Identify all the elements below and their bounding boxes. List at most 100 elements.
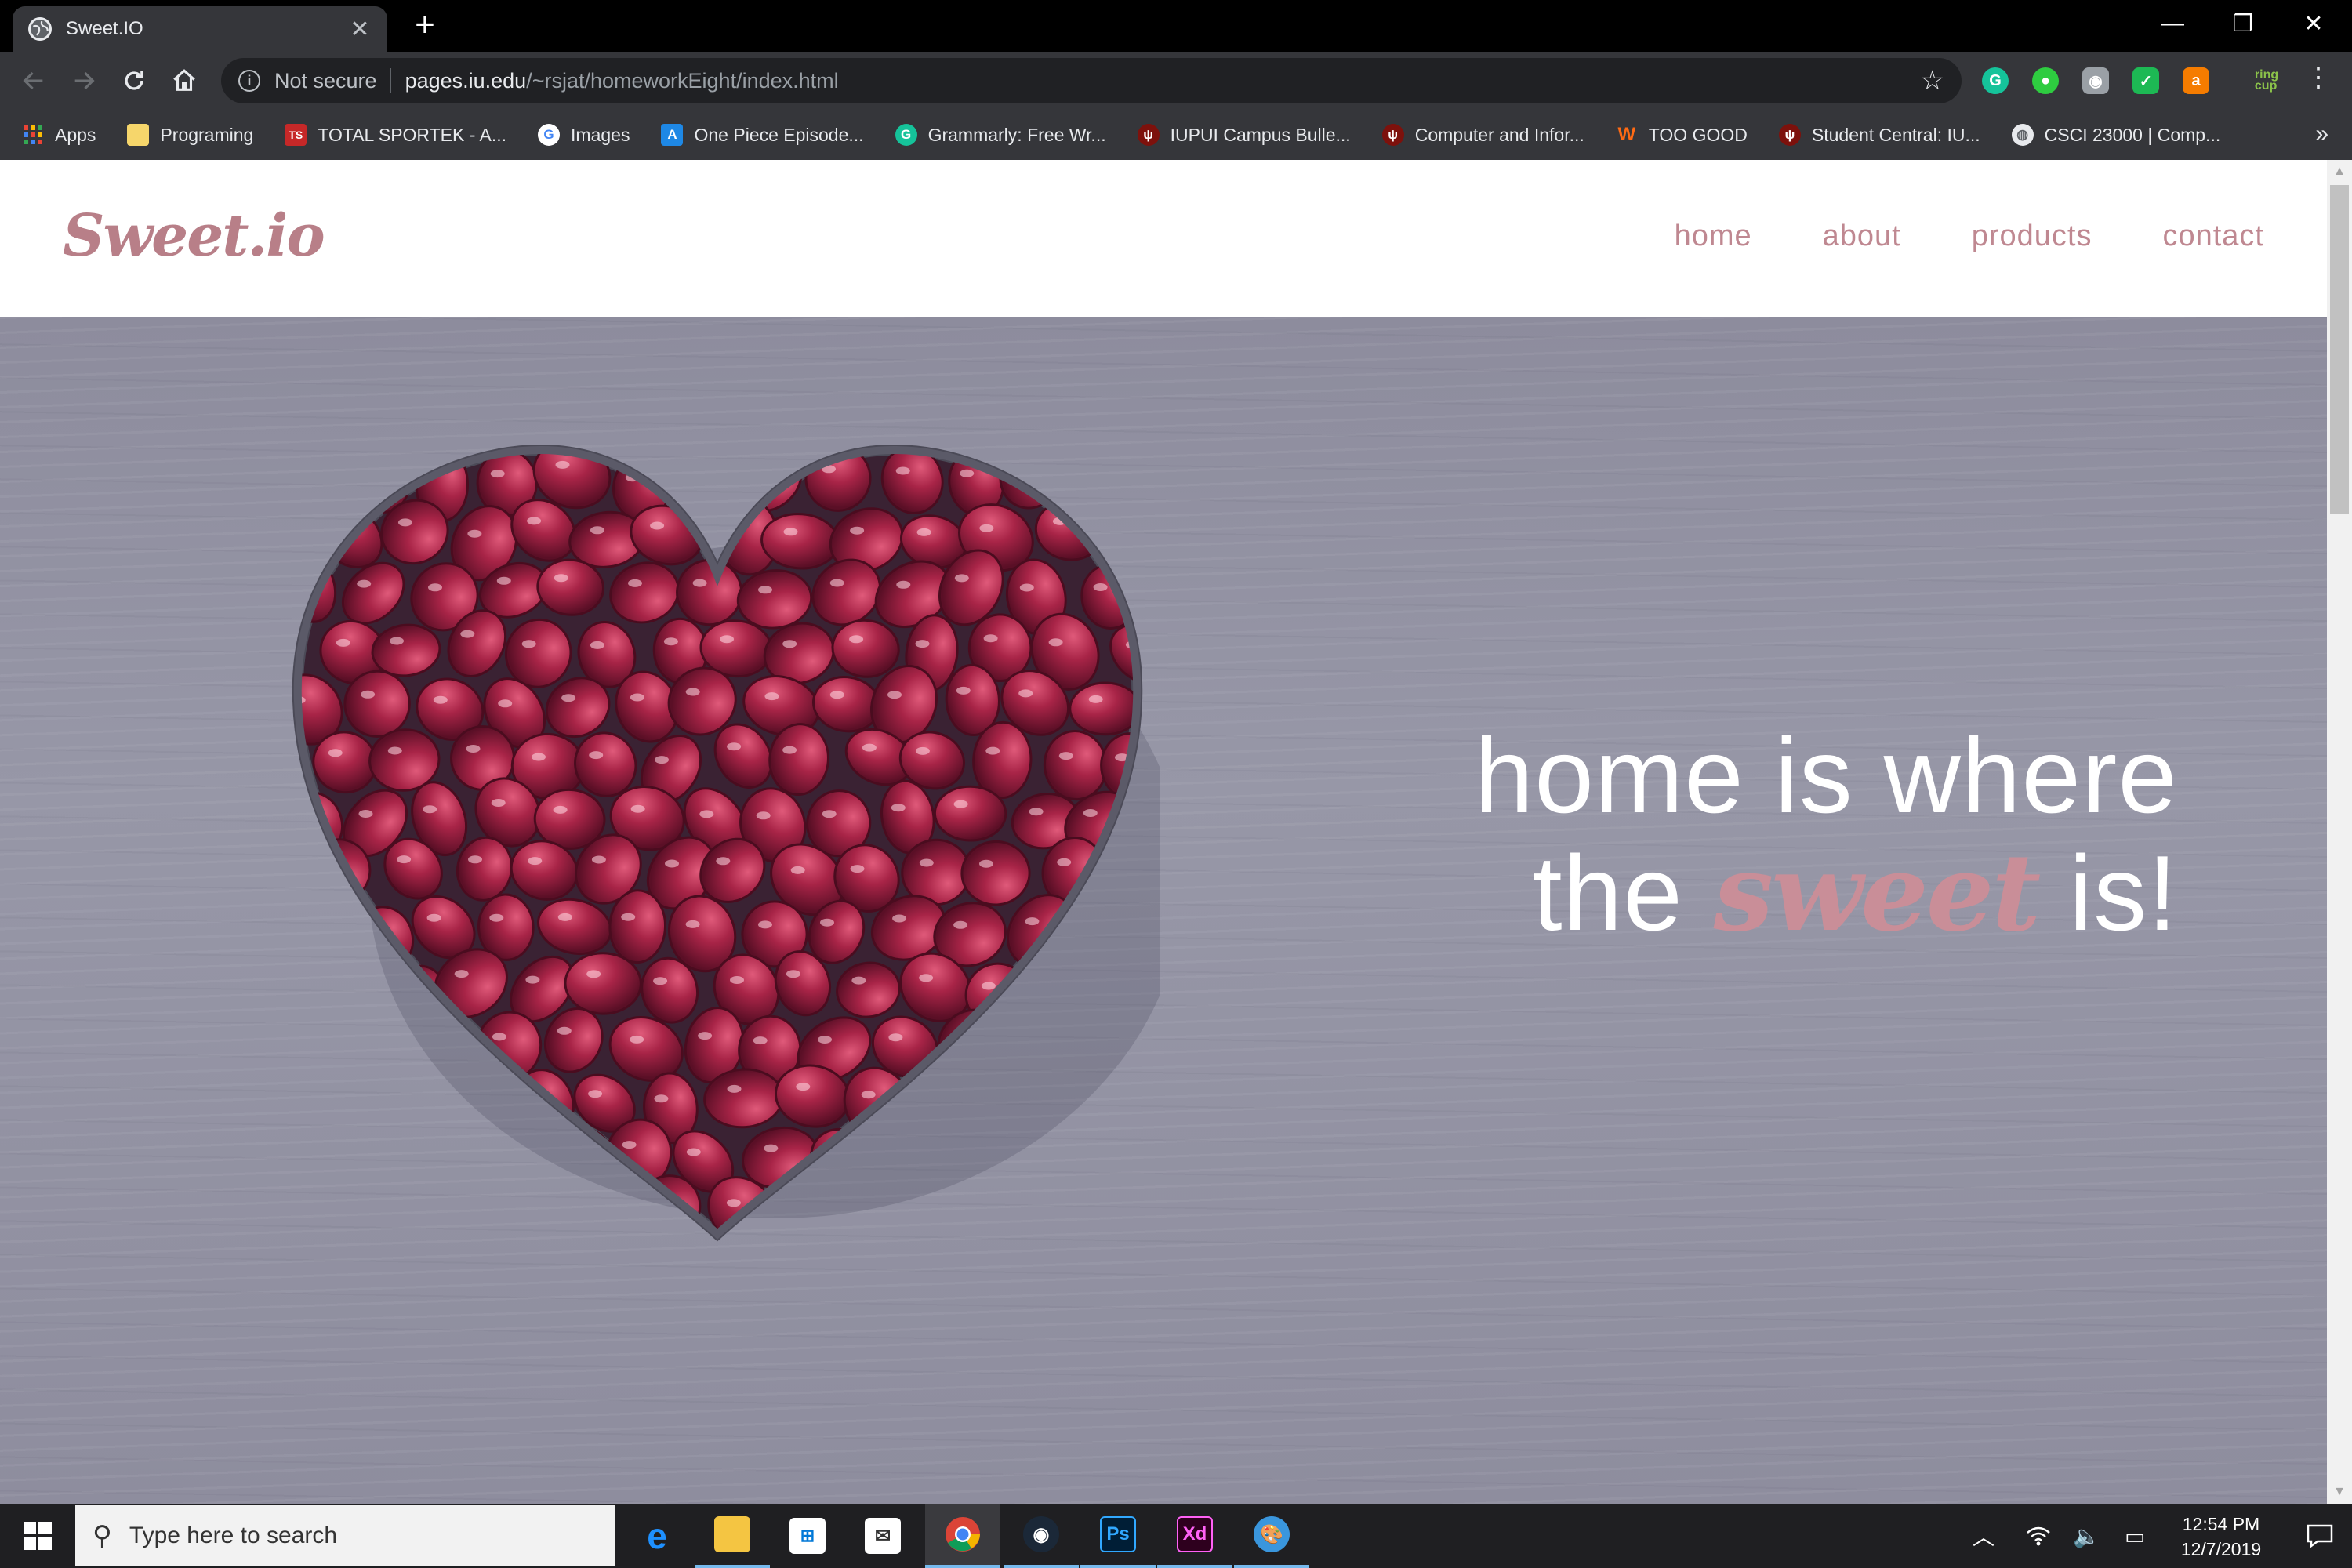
seed-highlight	[654, 1094, 669, 1103]
seed-highlight	[1080, 1141, 1095, 1149]
bookmark-images[interactable]: G Images	[538, 124, 630, 146]
wifi-icon[interactable]	[2026, 1504, 2051, 1568]
bookmarks-overflow-icon[interactable]: »	[2315, 121, 2328, 147]
minimize-button[interactable]: —	[2137, 0, 2208, 47]
seed-highlight	[850, 526, 865, 535]
browser-tab[interactable]: Sweet.IO ✕	[13, 6, 387, 52]
seed-highlight	[628, 579, 642, 587]
taskbar-chrome[interactable]	[925, 1504, 1000, 1568]
seed-highlight	[782, 640, 797, 648]
bookmark-label: One Piece Episode...	[694, 124, 864, 145]
security-label[interactable]: Not secure	[274, 69, 377, 93]
close-window-button[interactable]: ✕	[2278, 0, 2349, 47]
nav-products[interactable]: products	[1972, 220, 2092, 253]
amazon-extension-icon[interactable]: a	[2183, 67, 2209, 94]
reload-button[interactable]	[114, 61, 154, 100]
seed-highlight	[665, 859, 679, 868]
url-path: /~rsjat/homeworkEight/index.html	[526, 68, 839, 93]
grammarly-extension-icon[interactable]: G	[1982, 67, 2009, 94]
system-clock[interactable]: 12:54 PM 12/7/2019	[2154, 1512, 2288, 1562]
taskbar-edge[interactable]: e	[619, 1504, 695, 1568]
bookmark-label: Apps	[55, 124, 96, 145]
seed-highlight	[921, 1201, 936, 1210]
address-bar[interactable]: i Not secure pages.iu.edu /~rsjat/homewo…	[221, 58, 1962, 103]
bookmark-one-piece[interactable]: A One Piece Episode...	[661, 124, 864, 146]
taskbar-file-explorer[interactable]	[695, 1504, 770, 1568]
seed-highlight	[325, 1203, 340, 1212]
seed-highlight	[467, 529, 482, 538]
site-nav: home about products contact	[1675, 220, 2264, 253]
taskbar-mail[interactable]: ✉	[845, 1504, 920, 1568]
bookmark-grammarly[interactable]: G Grammarly: Free Wr...	[895, 124, 1106, 146]
camera-extension-icon[interactable]: ◉	[2082, 67, 2109, 94]
bookmark-star-icon[interactable]: ☆	[1921, 65, 1944, 96]
tab-title: Sweet.IO	[66, 18, 143, 39]
more-menu-icon[interactable]: ⋮	[2305, 64, 2332, 91]
seed-highlight	[561, 694, 576, 702]
bookmark-apps[interactable]: Apps	[22, 124, 96, 146]
taskbar-photoshop[interactable]: Ps	[1080, 1504, 1156, 1568]
home-button[interactable]	[165, 61, 204, 100]
seed-highlight	[887, 691, 902, 699]
seed-highlight	[895, 466, 910, 475]
seed-highlight	[727, 1084, 742, 1093]
bookmark-csci-23000[interactable]: ◍ CSCI 23000 | Comp...	[2011, 124, 2221, 146]
seed-highlight	[698, 1032, 713, 1040]
seed-highlight	[862, 743, 877, 752]
bookmark-computer-info[interactable]: ψ Computer and Infor...	[1381, 124, 1584, 146]
bookmark-programing[interactable]: Programing	[127, 124, 253, 146]
seed-highlight	[397, 1196, 412, 1205]
seed-highlight	[630, 1035, 644, 1044]
seed-highlight	[302, 922, 317, 931]
seed-highlight	[888, 1033, 903, 1042]
seed-highlight	[366, 1029, 381, 1036]
taskbar-store[interactable]: ⊞	[770, 1504, 845, 1568]
scroll-up-arrow-icon[interactable]: ▲	[2327, 160, 2352, 183]
check-shield-extension-icon[interactable]: ✓	[2132, 67, 2159, 94]
action-center-icon[interactable]	[2288, 1504, 2352, 1568]
tab-close-icon[interactable]: ✕	[348, 16, 372, 43]
seed-highlight	[919, 974, 934, 982]
seed-highlight	[896, 580, 911, 589]
battery-icon[interactable]: ▭	[2125, 1504, 2145, 1568]
pomegranate-seed	[1104, 1176, 1138, 1234]
nav-home[interactable]: home	[1675, 220, 1752, 253]
show-hidden-icons[interactable]: ︿	[1973, 1504, 1994, 1568]
bookmark-too-good[interactable]: W TOO GOOD	[1616, 124, 1747, 146]
bookmark-student-central[interactable]: ψ Student Central: IU...	[1778, 124, 1980, 146]
back-button[interactable]	[14, 61, 53, 100]
volume-icon[interactable]: 🔈	[2073, 1504, 2100, 1568]
seed-highlight	[764, 692, 779, 701]
forward-button[interactable]	[64, 61, 103, 100]
scroll-thumb[interactable]	[2330, 185, 2349, 514]
seed-highlight	[428, 583, 442, 592]
taskbar-steam[interactable]: ◉	[1004, 1504, 1079, 1568]
seed-highlight	[1088, 695, 1103, 703]
seed-highlight	[397, 855, 412, 864]
evernote-extension-icon[interactable]: ●	[2032, 67, 2059, 94]
nav-contact[interactable]: contact	[2162, 220, 2264, 253]
pomegranate-seed	[410, 1122, 487, 1183]
bookmark-total-sportek[interactable]: TS TOTAL SPORTEK - A...	[285, 124, 506, 146]
restore-button[interactable]: ❐	[2208, 0, 2278, 47]
seed-highlight	[956, 686, 971, 695]
ring-cup-extension-icon[interactable]: ring cup	[2253, 67, 2280, 94]
nav-about[interactable]: about	[1823, 220, 1901, 253]
hero-headline: home is where the sweet is!	[1475, 717, 2178, 952]
scroll-down-arrow-icon[interactable]: ▼	[2327, 1480, 2352, 1504]
page-scrollbar[interactable]: ▲ ▼	[2327, 160, 2352, 1504]
start-button[interactable]	[0, 1504, 75, 1568]
seed-highlight	[325, 1094, 339, 1103]
new-tab-button[interactable]: +	[408, 8, 442, 44]
taskbar-adobe-xd[interactable]: Xd	[1157, 1504, 1232, 1568]
site-logo[interactable]: Sweet.io	[63, 202, 325, 270]
clock-date: 12/7/2019	[2180, 1539, 2262, 1559]
taskbar-paint[interactable]: 🎨	[1234, 1504, 1309, 1568]
hero-line-1: home is where	[1474, 716, 2178, 835]
taskbar-search-box[interactable]: ⚲ Type here to search	[75, 1505, 615, 1566]
bookmark-iupui-campus[interactable]: ψ IUPUI Campus Bulle...	[1137, 124, 1351, 146]
pomegranate-seed	[453, 1176, 513, 1234]
seed-highlight	[468, 855, 482, 864]
bookmark-label: CSCI 23000 | Comp...	[2044, 124, 2221, 145]
info-icon[interactable]: i	[238, 70, 260, 92]
